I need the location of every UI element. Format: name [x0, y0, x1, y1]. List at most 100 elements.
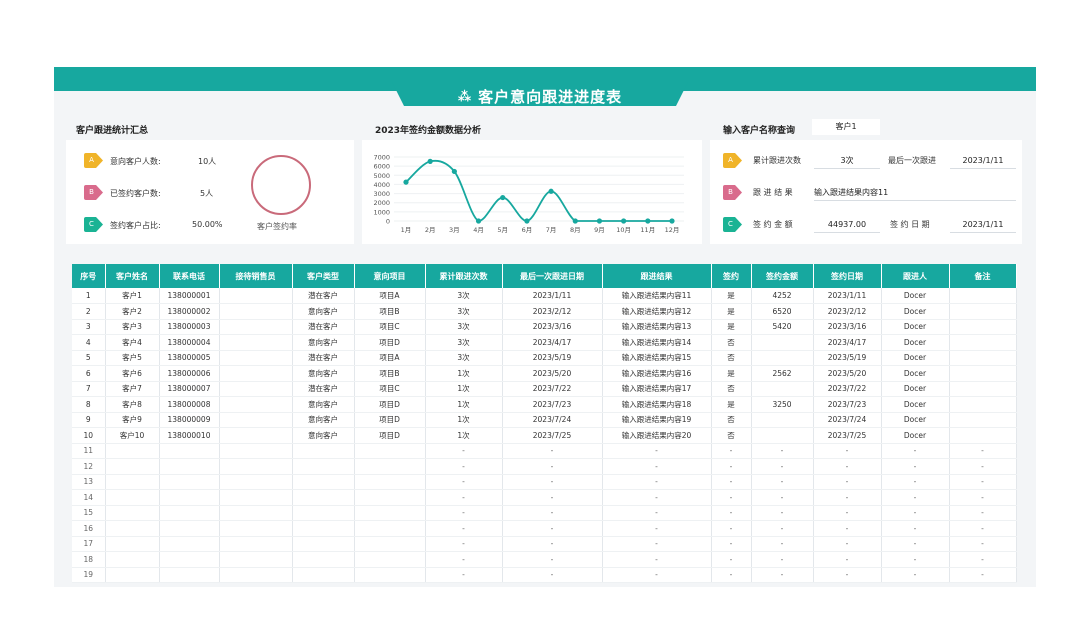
table-cell[interactable]: - [949, 536, 1017, 552]
table-cell[interactable]: Docer [881, 334, 950, 351]
table-cell[interactable] [219, 319, 293, 335]
table-cell[interactable]: 138000003 [159, 319, 220, 335]
table-cell[interactable] [292, 489, 355, 506]
table-cell[interactable]: 是 [711, 319, 752, 335]
table-cell[interactable]: - [711, 505, 752, 521]
table-cell[interactable]: 2023/7/22 [813, 381, 882, 397]
table-cell[interactable]: - [949, 458, 1017, 475]
table-cell[interactable] [354, 505, 426, 521]
table-cell[interactable] [219, 505, 293, 521]
table-cell[interactable] [354, 551, 426, 568]
table-cell[interactable]: - [881, 458, 950, 475]
table-cell[interactable]: - [813, 520, 882, 537]
table-cell[interactable]: Docer [881, 427, 950, 444]
table-cell[interactable]: 意向客户 [292, 412, 355, 428]
table-cell[interactable]: - [751, 505, 814, 521]
table-cell[interactable]: 2023/2/12 [813, 303, 882, 320]
table-cell[interactable]: 2023/3/16 [502, 319, 603, 335]
table-cell[interactable]: 5420 [751, 319, 814, 335]
table-cell[interactable]: 客户2 [105, 303, 160, 320]
table-cell[interactable] [159, 489, 220, 506]
table-cell[interactable]: - [711, 520, 752, 537]
table-cell[interactable] [292, 520, 355, 537]
table-cell[interactable]: - [711, 474, 752, 490]
table-cell[interactable]: - [813, 505, 882, 521]
table-cell[interactable] [949, 303, 1017, 320]
table-cell[interactable]: 2023/7/22 [502, 381, 603, 397]
table-cell[interactable] [219, 303, 293, 320]
table-cell[interactable]: 4 [72, 334, 106, 351]
table-cell[interactable]: 1次 [425, 412, 503, 428]
table-cell[interactable]: - [502, 505, 603, 521]
table-cell[interactable]: Docer [881, 412, 950, 428]
table-cell[interactable]: 否 [711, 350, 752, 366]
table-cell[interactable]: 客户9 [105, 412, 160, 428]
table-cell[interactable]: Docer [881, 396, 950, 413]
table-cell[interactable]: 意向客户 [292, 427, 355, 444]
table-cell[interactable]: - [602, 536, 712, 552]
table-cell[interactable]: 项目C [354, 381, 426, 397]
table-cell[interactable]: 客户7 [105, 381, 160, 397]
table-cell[interactable]: 输入跟进结果内容20 [602, 427, 712, 444]
table-cell[interactable] [949, 412, 1017, 428]
table-cell[interactable] [219, 567, 293, 583]
table-cell[interactable]: - [881, 551, 950, 568]
table-cell[interactable]: 是 [711, 365, 752, 382]
column-header[interactable]: 签约 [711, 264, 752, 288]
table-cell[interactable]: - [813, 567, 882, 583]
table-cell[interactable]: - [813, 489, 882, 506]
table-cell[interactable]: 输入跟进结果内容12 [602, 303, 712, 320]
table-cell[interactable]: - [602, 520, 712, 537]
table-cell[interactable]: 项目B [354, 303, 426, 320]
table-cell[interactable]: - [881, 567, 950, 583]
table-cell[interactable]: 5 [72, 350, 106, 366]
table-cell[interactable]: - [425, 536, 503, 552]
table-cell[interactable]: - [425, 489, 503, 506]
column-header[interactable]: 累计跟进次数 [425, 264, 503, 288]
table-cell[interactable]: Docer [881, 381, 950, 397]
table-cell[interactable]: 是 [711, 288, 752, 304]
table-cell[interactable]: 19 [72, 567, 106, 583]
table-cell[interactable]: - [502, 520, 603, 537]
table-cell[interactable] [159, 567, 220, 583]
table-cell[interactable]: - [751, 474, 814, 490]
table-cell[interactable] [219, 536, 293, 552]
table-cell[interactable]: - [602, 458, 712, 475]
table-cell[interactable]: 18 [72, 551, 106, 568]
table-cell[interactable] [159, 443, 220, 459]
table-cell[interactable]: 意向客户 [292, 334, 355, 351]
table-cell[interactable]: 3次 [425, 350, 503, 366]
table-cell[interactable] [219, 350, 293, 366]
table-cell[interactable]: - [751, 567, 814, 583]
table-cell[interactable]: - [502, 567, 603, 583]
table-cell[interactable] [354, 458, 426, 475]
table-cell[interactable]: 输入跟进结果内容14 [602, 334, 712, 351]
table-cell[interactable]: 2562 [751, 365, 814, 382]
table-cell[interactable] [219, 334, 293, 351]
table-cell[interactable]: - [949, 505, 1017, 521]
table-cell[interactable]: 1次 [425, 365, 503, 382]
table-cell[interactable]: 1次 [425, 396, 503, 413]
table-cell[interactable]: - [502, 474, 603, 490]
table-cell[interactable]: 2023/5/19 [813, 350, 882, 366]
table-cell[interactable] [949, 334, 1017, 351]
table-cell[interactable]: - [881, 505, 950, 521]
table-cell[interactable]: - [602, 551, 712, 568]
table-cell[interactable]: 2023/7/23 [502, 396, 603, 413]
table-cell[interactable]: 项目D [354, 334, 426, 351]
table-cell[interactable] [219, 443, 293, 459]
table-cell[interactable]: - [425, 551, 503, 568]
table-cell[interactable]: 否 [711, 381, 752, 397]
table-cell[interactable]: - [711, 489, 752, 506]
table-cell[interactable]: 2 [72, 303, 106, 320]
table-cell[interactable]: 意向客户 [292, 396, 355, 413]
table-cell[interactable]: 2023/5/20 [502, 365, 603, 382]
table-cell[interactable]: - [813, 474, 882, 490]
table-cell[interactable]: - [602, 443, 712, 459]
table-cell[interactable]: 2023/1/11 [813, 288, 882, 304]
table-cell[interactable] [219, 474, 293, 490]
table-cell[interactable]: 2023/7/25 [502, 427, 603, 444]
table-cell[interactable]: 6 [72, 365, 106, 382]
table-cell[interactable] [354, 567, 426, 583]
table-cell[interactable] [159, 474, 220, 490]
